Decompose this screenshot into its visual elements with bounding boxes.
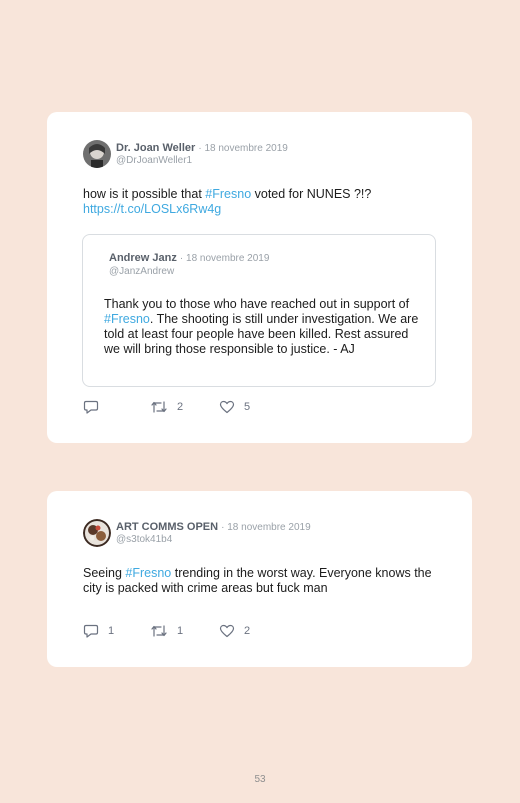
like-count: 2 [244, 625, 251, 637]
tweet-text-part: Seeing [83, 566, 126, 580]
retweet-button[interactable]: 1 [150, 623, 183, 639]
like-button[interactable]: 2 [219, 623, 250, 639]
hashtag-link[interactable]: #Fresno [104, 312, 150, 326]
quoted-tweet-header: Andrew Janz · 18 novembre 2019 [109, 252, 269, 264]
quoted-author-handle: @JanzAndrew [109, 266, 175, 277]
quoted-tweet-text: Thank you to those who have reached out … [104, 297, 424, 357]
tweet-text: Seeing #Fresno trending in the worst way… [83, 566, 443, 596]
reply-button[interactable]: 1 [83, 623, 114, 639]
author-name[interactable]: Dr. Joan Weller [116, 142, 195, 154]
tweet-date[interactable]: · 18 novembre 2019 [198, 143, 288, 154]
quoted-text-part: Thank you to those who have reached out … [104, 297, 410, 311]
tweet-text: how is it possible that #Fresno voted fo… [83, 187, 433, 217]
reply-icon [83, 400, 99, 414]
tweet-card: ART COMMS OPEN · 18 novembre 2019 @s3tok… [47, 491, 472, 667]
reply-count: 1 [108, 625, 115, 637]
author-handle[interactable]: @s3tok41b4 [116, 534, 172, 545]
avatar[interactable] [83, 140, 111, 168]
heart-icon [219, 624, 235, 638]
retweet-count: 1 [177, 625, 184, 637]
quoted-tweet[interactable]: Andrew Janz · 18 novembre 2019 @JanzAndr… [82, 234, 436, 387]
like-count: 5 [244, 401, 251, 413]
retweet-button[interactable]: 2 [150, 399, 183, 415]
tweet-text-part: how is it possible that [83, 187, 206, 201]
heart-icon [219, 400, 235, 414]
quoted-text-part: . The shooting is still under investigat… [104, 312, 419, 356]
tweet-header: Dr. Joan Weller · 18 novembre 2019 [116, 142, 288, 154]
retweet-icon [150, 624, 168, 638]
author-handle[interactable]: @DrJoanWeller1 [116, 155, 192, 166]
tweet-url-link[interactable]: https://t.co/LOSLx6Rw4g [83, 202, 221, 216]
tweet-text-part: voted for NUNES ?!? [251, 187, 372, 201]
hashtag-link[interactable]: #Fresno [125, 566, 171, 580]
retweet-icon [150, 400, 168, 414]
reply-button[interactable] [83, 399, 108, 415]
hashtag-link[interactable]: #Fresno [205, 187, 251, 201]
tweet-card: Dr. Joan Weller · 18 novembre 2019 @DrJo… [47, 112, 472, 443]
page-number: 53 [254, 774, 266, 785]
quoted-tweet-date: · 18 novembre 2019 [179, 253, 270, 264]
tweet-date[interactable]: · 18 novembre 2019 [221, 522, 311, 533]
tweet-header: ART COMMS OPEN · 18 novembre 2019 [116, 521, 311, 533]
like-button[interactable]: 5 [219, 399, 250, 415]
reply-icon [83, 624, 99, 638]
quoted-author-name[interactable]: Andrew Janz [109, 252, 177, 264]
retweet-count: 2 [177, 401, 184, 413]
avatar[interactable] [83, 519, 111, 547]
author-name[interactable]: ART COMMS OPEN [116, 521, 218, 533]
